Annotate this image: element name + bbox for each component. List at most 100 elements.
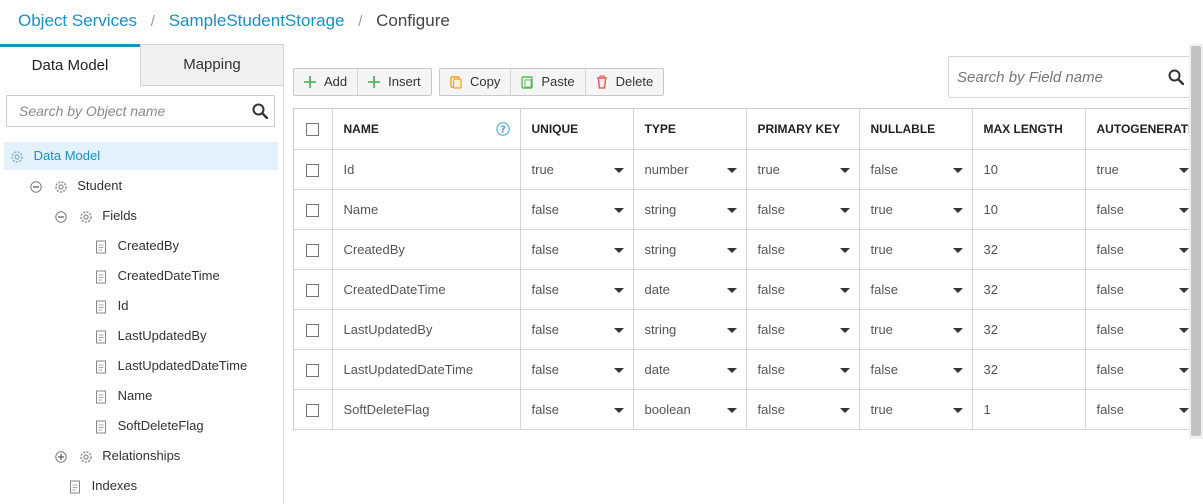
cell-type-dropdown[interactable]: date [633, 269, 747, 310]
cell-max-length[interactable]: 32 [972, 229, 1086, 270]
object-search-input[interactable] [7, 96, 237, 126]
column-header-type[interactable]: TYPE [633, 109, 747, 150]
insert-button[interactable]: Insert [358, 69, 431, 95]
cell-primary-key-dropdown[interactable]: false [746, 309, 860, 350]
search-icon[interactable] [252, 103, 268, 119]
tree-node-indexes[interactable]: Indexes [68, 472, 137, 500]
cell-autogenerated-dropdown[interactable]: true [1085, 149, 1203, 190]
column-header-unique[interactable]: UNIQUE [520, 109, 634, 150]
cell-autogenerated-dropdown[interactable]: false [1085, 349, 1203, 390]
cell-autogenerated-dropdown[interactable]: false [1085, 189, 1203, 230]
cell-name[interactable]: SoftDeleteFlag [332, 389, 521, 430]
cell-primary-key-dropdown[interactable]: false [746, 349, 860, 390]
tree-node-fields[interactable]: Fields [55, 202, 137, 230]
search-icon[interactable] [1168, 69, 1184, 85]
cell-unique-dropdown[interactable]: false [520, 229, 634, 270]
cell-type-dropdown[interactable]: string [633, 189, 747, 230]
column-header-autogenerated[interactable]: AUTOGENERATED [1085, 109, 1203, 150]
cell-primary-key-dropdown[interactable]: false [746, 389, 860, 430]
row-checkbox[interactable] [306, 323, 320, 337]
tree-node-field[interactable]: Id [94, 292, 128, 320]
collapse-icon[interactable] [55, 210, 67, 223]
tab-data-model[interactable]: Data Model [0, 44, 140, 86]
tree-node-field[interactable]: LastUpdatedBy [94, 322, 207, 350]
table-row[interactable]: Name false string false true 10 false [294, 189, 1203, 230]
column-header-nullable[interactable]: NULLABLE [859, 109, 973, 150]
scrollbar-thumb[interactable] [1191, 46, 1201, 436]
vertical-scrollbar[interactable] [1189, 44, 1203, 439]
column-header-max-length[interactable]: MAX LENGTH [972, 109, 1086, 150]
cell-nullable-dropdown[interactable]: true [859, 229, 973, 270]
cell-unique-dropdown[interactable]: false [520, 349, 634, 390]
cell-nullable-dropdown[interactable]: false [859, 149, 973, 190]
tree-node-field[interactable]: LastUpdatedDateTime [94, 352, 247, 380]
breadcrumb-object-services[interactable]: Object Services [18, 11, 137, 30]
help-icon[interactable]: ? [495, 122, 510, 136]
add-button[interactable]: Add [294, 69, 359, 95]
column-header-name[interactable]: NAME ? [332, 109, 521, 150]
tree-node-student[interactable]: Student [30, 172, 122, 200]
cell-unique-dropdown[interactable]: false [520, 269, 634, 310]
field-search-input[interactable] [949, 57, 1159, 97]
cell-nullable-dropdown[interactable]: true [859, 389, 973, 430]
row-checkbox[interactable] [306, 243, 320, 257]
cell-nullable-dropdown[interactable]: false [859, 269, 973, 310]
cell-name[interactable]: Id [332, 149, 521, 190]
cell-autogenerated-dropdown[interactable]: false [1085, 269, 1203, 310]
breadcrumb-storage[interactable]: SampleStudentStorage [169, 11, 345, 30]
cell-type-dropdown[interactable]: string [633, 229, 747, 270]
cell-max-length[interactable]: 10 [972, 189, 1086, 230]
cell-unique-dropdown[interactable]: false [520, 189, 634, 230]
cell-nullable-dropdown[interactable]: true [859, 189, 973, 230]
row-checkbox[interactable] [306, 363, 320, 377]
tree-node-field[interactable]: CreatedBy [94, 232, 179, 260]
cell-type-dropdown[interactable]: number [633, 149, 747, 190]
cell-nullable-dropdown[interactable]: false [859, 349, 973, 390]
cell-max-length[interactable]: 32 [972, 269, 1086, 310]
table-row[interactable]: Id true number true false 10 true [294, 149, 1203, 190]
row-checkbox[interactable] [306, 403, 320, 417]
cell-max-length[interactable]: 1 [972, 389, 1086, 430]
paste-button[interactable]: Paste [511, 69, 586, 95]
cell-name[interactable]: LastUpdatedDateTime [332, 349, 521, 390]
tab-mapping[interactable]: Mapping [140, 44, 284, 86]
table-row[interactable]: CreatedBy false string false true 32 false [294, 229, 1203, 270]
cell-primary-key-dropdown[interactable]: true [746, 149, 860, 190]
table-row[interactable]: CreatedDateTime false date false false 32 fals… [294, 269, 1203, 310]
cell-name[interactable]: CreatedDateTime [332, 269, 521, 310]
cell-max-length[interactable]: 32 [972, 349, 1086, 390]
cell-autogenerated-dropdown[interactable]: false [1085, 309, 1203, 350]
cell-name[interactable]: LastUpdatedBy [332, 309, 521, 350]
cell-type-dropdown[interactable]: string [633, 309, 747, 350]
cell-primary-key-dropdown[interactable]: false [746, 189, 860, 230]
copy-button[interactable]: Copy [440, 69, 512, 95]
tree-node-field[interactable]: SoftDeleteFlag [94, 412, 204, 440]
cell-type-dropdown[interactable]: date [633, 349, 747, 390]
cell-primary-key-dropdown[interactable]: false [746, 269, 860, 310]
tree-node-field[interactable]: CreatedDateTime [94, 262, 220, 290]
cell-primary-key-dropdown[interactable]: false [746, 229, 860, 270]
cell-max-length[interactable]: 32 [972, 309, 1086, 350]
table-row[interactable]: SoftDeleteFlag false boolean false true 1 fals… [294, 389, 1203, 430]
column-header-primary-key[interactable]: PRIMARY KEY [746, 109, 860, 150]
cell-unique-dropdown[interactable]: false [520, 389, 634, 430]
row-checkbox[interactable] [306, 203, 320, 217]
tree-node-field[interactable]: Name [94, 382, 152, 410]
tree-node-data-model[interactable]: Data Model [4, 142, 278, 170]
select-all-checkbox[interactable] [306, 122, 320, 136]
cell-name[interactable]: CreatedBy [332, 229, 521, 270]
delete-button[interactable]: Delete [586, 69, 664, 95]
table-row[interactable]: LastUpdatedDateTime false date false false 32… [294, 349, 1203, 390]
collapse-icon[interactable] [30, 180, 42, 193]
cell-name[interactable]: Name [332, 189, 521, 230]
cell-autogenerated-dropdown[interactable]: false [1085, 389, 1203, 430]
cell-unique-dropdown[interactable]: true [520, 149, 634, 190]
table-row[interactable]: LastUpdatedBy false string false true 32 false [294, 309, 1203, 350]
cell-max-length[interactable]: 10 [972, 149, 1086, 190]
tree-node-relationships[interactable]: Relationships [55, 442, 180, 470]
row-checkbox[interactable] [306, 163, 320, 177]
cell-unique-dropdown[interactable]: false [520, 309, 634, 350]
expand-icon[interactable] [55, 450, 67, 463]
cell-autogenerated-dropdown[interactable]: false [1085, 229, 1203, 270]
cell-nullable-dropdown[interactable]: true [859, 309, 973, 350]
